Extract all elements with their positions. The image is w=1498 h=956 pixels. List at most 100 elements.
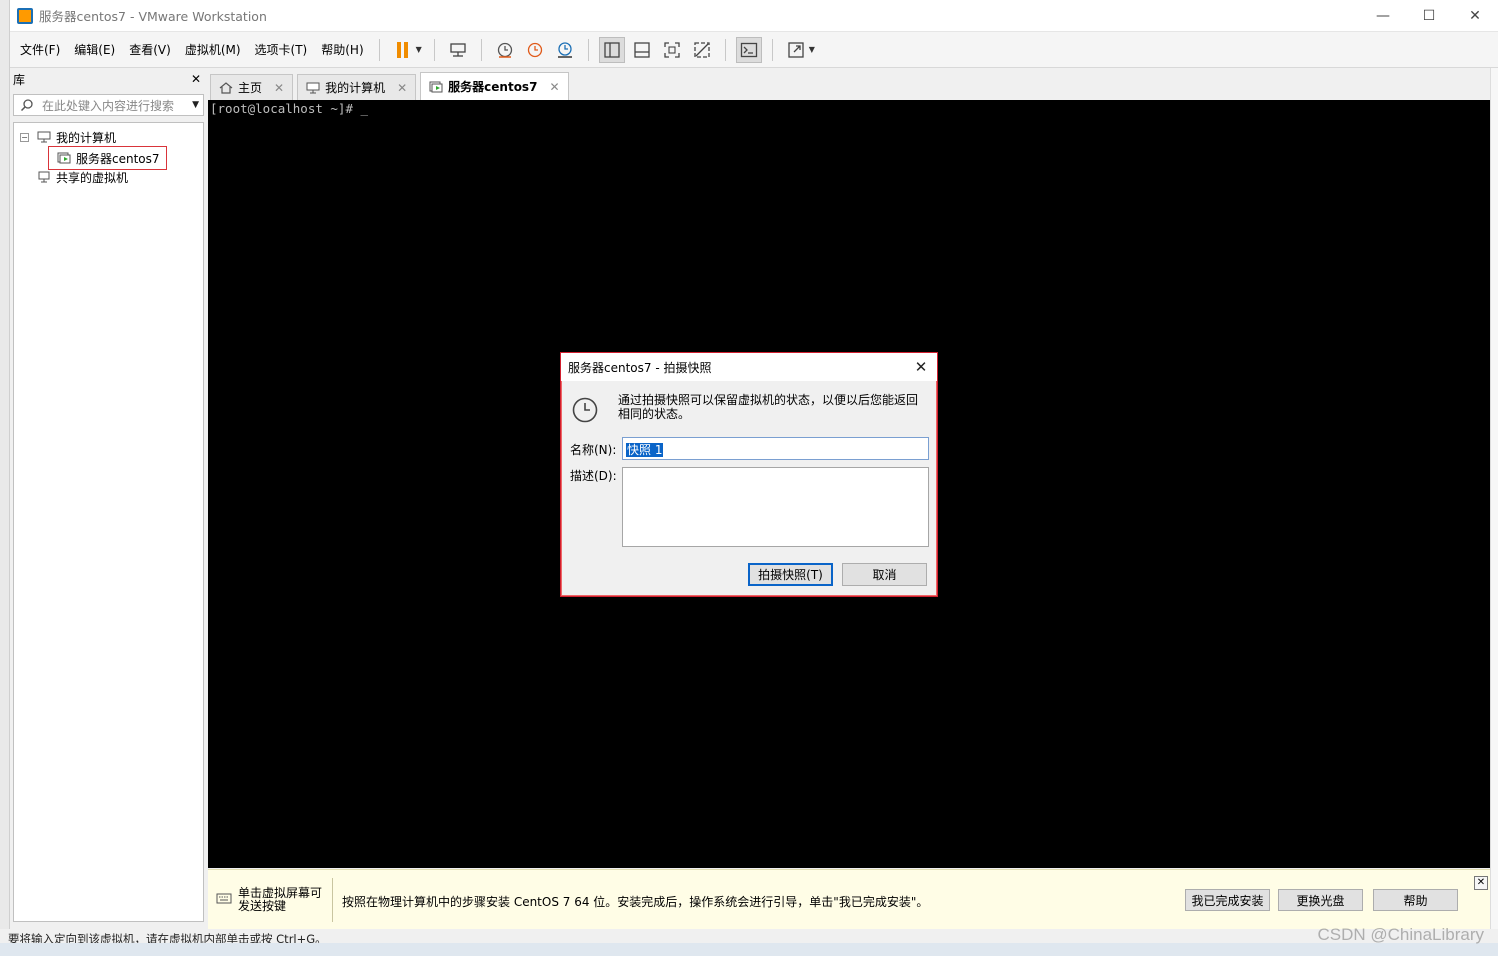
take-snapshot-button[interactable]	[492, 37, 518, 63]
snapshot-name-input[interactable]: 快照 1	[622, 437, 929, 460]
menu-file[interactable]: 文件(F)	[13, 41, 67, 58]
search-placeholder: 在此处键入内容进行搜索	[42, 98, 175, 113]
tab-my-computer-label: 我的计算机	[325, 81, 386, 95]
console-view-button[interactable]	[735, 36, 762, 63]
computer-icon	[37, 131, 51, 143]
library-search-input[interactable]: 在此处键入内容进行搜索 ▼	[13, 94, 204, 116]
install-message: 按照在物理计算机中的步骤安装 CentOS 7 64 位。安装完成后，操作系统会…	[342, 895, 929, 909]
toolbar-separator	[480, 38, 482, 61]
vmware-app-icon	[17, 7, 33, 24]
computer-icon	[306, 82, 320, 93]
toolbar-separator	[433, 38, 435, 61]
snapshot-manager-button[interactable]	[552, 37, 578, 63]
snapshot-name-value: 快照 1	[626, 443, 664, 457]
right-window-edge	[1490, 68, 1498, 938]
cancel-button[interactable]: 取消	[842, 563, 927, 586]
window-title: 服务器centos7 - VMware Workstation	[39, 9, 267, 24]
left-window-edge	[0, 0, 10, 956]
fullscreen-icon	[664, 41, 680, 58]
description-label: 描述(D):	[570, 469, 617, 483]
clock-icon	[572, 397, 598, 423]
os-taskbar	[0, 943, 1498, 956]
tab-home-close-icon[interactable]: ✕	[274, 81, 284, 95]
title-bar: 服务器centos7 - VMware Workstation — ☐ ✕	[10, 0, 1498, 32]
install-info-bar: 单击虚拟屏幕可发送按键 按照在物理计算机中的步骤安装 CentOS 7 64 位…	[208, 869, 1490, 929]
tab-home-label: 主页	[238, 81, 263, 95]
tab-my-computer[interactable]: 我的计算机 ✕	[297, 74, 417, 100]
send-ctrl-alt-del-button[interactable]	[445, 37, 471, 63]
watermark: CSDN @ChinaLibrary	[1317, 925, 1484, 944]
vm-running-icon	[429, 81, 443, 92]
take-snapshot-confirm-button[interactable]: 拍摄快照(T)	[748, 563, 833, 586]
pause-icon	[396, 41, 408, 58]
menu-tabs[interactable]: 选项卡(T)	[248, 41, 315, 58]
unity-button[interactable]	[689, 37, 715, 63]
library-tree: − 我的计算机 服务器centos7 共享的虚拟机	[13, 122, 204, 922]
expand-icon	[788, 41, 804, 58]
tree-item-my-computer[interactable]: − 我的计算机	[20, 128, 116, 146]
snapshot-description-input[interactable]	[622, 467, 929, 547]
library-header: 库 ✕	[10, 68, 206, 90]
stretch-dropdown-icon[interactable]: ▼	[809, 45, 815, 54]
tree-item-shared-vms[interactable]: 共享的虚拟机	[37, 168, 128, 186]
tree-label-my-computer: 我的计算机	[56, 130, 117, 145]
tree-item-vm-centos7[interactable]: 服务器centos7	[48, 146, 167, 170]
library-panel: 库 ✕ 在此处键入内容进行搜索 ▼ − 我的计算机 服务器centos7 共享的…	[10, 68, 206, 926]
close-button[interactable]: ✕	[1452, 0, 1498, 32]
tab-vm-close-icon[interactable]: ✕	[549, 80, 559, 94]
library-close-icon[interactable]: ✕	[191, 72, 201, 86]
tree-label-shared: 共享的虚拟机	[56, 170, 129, 185]
tab-strip: 主页 ✕ 我的计算机 ✕ 服务器centos7 ✕	[210, 72, 573, 100]
toolbar-separator	[587, 38, 589, 61]
name-label: 名称(N):	[570, 443, 617, 457]
status-bar: 要将输入定向到该虚拟机，请在虚拟机内部单击或按 Ctrl+G。	[0, 929, 1498, 943]
dialog-title-bar: 服务器centos7 - 拍摄快照 ✕	[561, 353, 937, 381]
tree-label-vm: 服务器centos7	[76, 151, 160, 166]
help-button[interactable]: 帮助	[1373, 889, 1458, 911]
tab-home[interactable]: 主页 ✕	[210, 74, 294, 100]
sidebar-layout-icon	[604, 41, 620, 58]
tab-vm-centos7[interactable]: 服务器centos7 ✕	[420, 72, 569, 100]
library-title: 库	[13, 72, 26, 87]
finished-install-button[interactable]: 我已完成安装	[1185, 889, 1270, 911]
minimize-button[interactable]: —	[1360, 0, 1406, 32]
terminal-icon	[740, 42, 757, 57]
keyboard-icon	[216, 893, 232, 904]
infobar-divider	[332, 878, 333, 922]
change-disc-button[interactable]: 更换光盘	[1278, 889, 1363, 911]
menu-help[interactable]: 帮助(H)	[314, 41, 370, 58]
shared-vm-icon	[38, 171, 50, 183]
menu-toolbar: 文件(F) 编辑(E) 查看(V) 虚拟机(M) 选项卡(T) 帮助(H) ▼ …	[10, 32, 1498, 68]
full-screen-button[interactable]	[659, 37, 685, 63]
revert-snapshot-icon	[527, 42, 542, 57]
console-prompt: [root@localhost ~]# _	[210, 101, 369, 116]
dialog-close-icon[interactable]: ✕	[911, 358, 931, 376]
infobar-close-icon[interactable]: ✕	[1474, 876, 1488, 890]
collapse-toggle-icon[interactable]: −	[20, 132, 29, 142]
pause-button[interactable]	[390, 37, 416, 63]
menu-view[interactable]: 查看(V)	[122, 41, 178, 58]
thumbnail-bar-button[interactable]	[629, 37, 655, 63]
menu-vm[interactable]: 虚拟机(M)	[178, 41, 248, 58]
menu-edit[interactable]: 编辑(E)	[67, 41, 122, 58]
snapshot-clock-icon	[497, 42, 512, 58]
revert-snapshot-button[interactable]	[522, 37, 548, 63]
search-dropdown-icon[interactable]: ▼	[192, 100, 199, 110]
network-icon	[450, 42, 466, 57]
toolbar-separator	[724, 38, 726, 61]
unity-mode-icon	[694, 41, 710, 58]
tab-my-computer-close-icon[interactable]: ✕	[397, 81, 407, 95]
show-library-button[interactable]	[598, 36, 625, 63]
bottom-panel-icon	[634, 41, 650, 58]
pause-dropdown-icon[interactable]: ▼	[416, 45, 422, 54]
snapshot-manager-icon	[557, 41, 572, 58]
toolbar-separator	[771, 38, 773, 61]
take-snapshot-dialog: 服务器centos7 - 拍摄快照 ✕ 通过拍摄快照可以保留虚拟机的状态，以便以…	[560, 352, 938, 597]
vm-running-icon	[57, 152, 71, 164]
status-text: 要将输入定向到该虚拟机，请在虚拟机内部单击或按 Ctrl+G。	[8, 932, 327, 943]
maximize-button[interactable]: ☐	[1406, 0, 1452, 32]
stretch-guest-button[interactable]	[783, 37, 809, 63]
toolbar-separator	[378, 38, 380, 61]
tab-vm-label: 服务器centos7	[448, 80, 538, 94]
click-hint: 单击虚拟屏幕可发送按键	[238, 886, 323, 913]
